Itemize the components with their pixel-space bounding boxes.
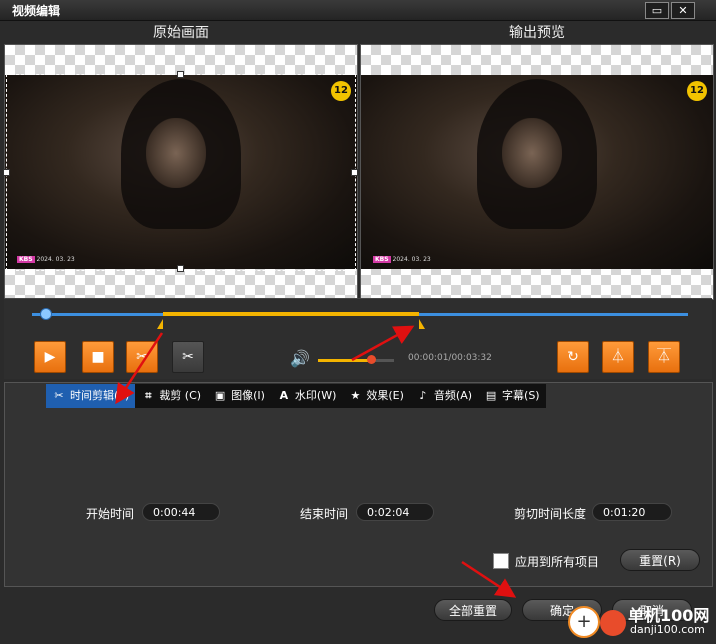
arrow-to-trim-end	[351, 325, 415, 362]
arrow-to-trim-tab	[115, 332, 164, 405]
arrow-to-ok	[461, 560, 517, 598]
annotation-arrows	[115, 325, 517, 598]
